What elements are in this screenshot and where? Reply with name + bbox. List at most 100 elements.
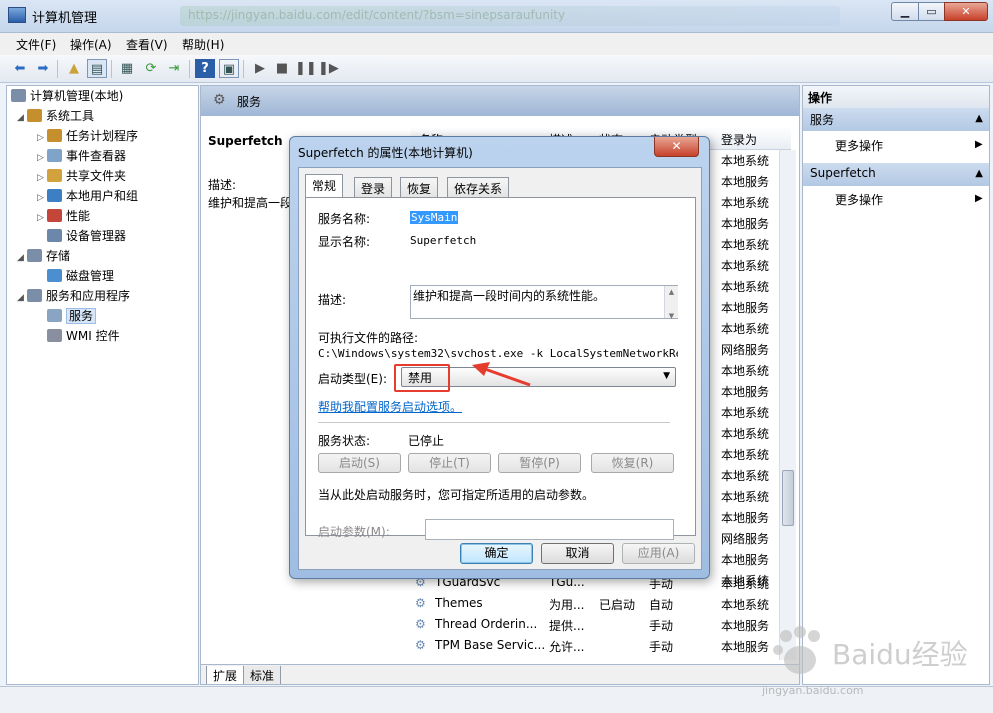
logon-cell: 本地系统	[721, 154, 770, 168]
stop-button[interactable]: 停止(T)	[408, 453, 491, 473]
services-header: ⚙ 服务	[201, 86, 799, 116]
expander-icon[interactable]: ◢	[17, 248, 27, 268]
actions-section-services[interactable]: 服务 ▲	[803, 108, 989, 131]
display-name-value[interactable]: Superfetch	[410, 234, 476, 247]
play-icon[interactable]: ▶	[250, 59, 270, 78]
tab-general[interactable]: 常规	[305, 174, 344, 198]
export-icon[interactable]: ⇥	[164, 59, 184, 78]
help-icon[interactable]: ?	[195, 59, 215, 78]
tab-extended[interactable]: 扩展	[206, 666, 245, 684]
logon-cell: 本地系统	[721, 490, 770, 504]
more-actions-link[interactable]: 更多操作	[835, 191, 883, 208]
expander-icon[interactable]: ▷	[37, 208, 47, 228]
service-logon-cell: 本地系统	[721, 598, 770, 612]
dialog-close-button[interactable]: ✕	[654, 137, 699, 157]
tab-standard[interactable]: 标准	[243, 666, 282, 684]
watermark-brand: Baidu经验	[832, 638, 968, 671]
expander-icon[interactable]: ◢	[17, 108, 27, 128]
restart-icon[interactable]: ❚▶	[318, 59, 339, 78]
service-startup-cell: 自动	[649, 598, 674, 612]
expander-icon[interactable]: ▷	[37, 188, 47, 208]
tree-item[interactable]: ◢ 存储	[11, 246, 198, 266]
forward-icon[interactable]: ➡	[33, 59, 53, 78]
logon-cell: 本地系统	[721, 238, 770, 252]
vertical-scrollbar[interactable]	[779, 150, 796, 660]
tree-item[interactable]: 设备管理器	[11, 226, 198, 246]
more-actions-link[interactable]: 更多操作	[835, 137, 883, 154]
stop-icon[interactable]: ■	[272, 59, 292, 78]
tree-item[interactable]: ▷ 共享文件夹	[11, 166, 198, 186]
menu-help[interactable]: 帮助(H)	[182, 36, 224, 53]
expander-icon[interactable]: ▷	[37, 168, 47, 188]
tree-item[interactable]: ◢ 系统工具	[11, 106, 198, 126]
logon-cell: 本地系统	[721, 427, 770, 441]
export-list-icon[interactable]: ▦	[117, 59, 137, 78]
pause-button[interactable]: 暂停(P)	[498, 453, 581, 473]
description-box[interactable]: 维护和提高一段时间内的系统性能。 ▲ ▼	[410, 285, 678, 320]
service-gear-icon: ⚙	[415, 617, 426, 631]
expander-icon[interactable]: ▷	[37, 148, 47, 168]
expander-icon[interactable]: ▷	[37, 128, 47, 148]
actions-section-superfetch[interactable]: Superfetch ▲	[803, 163, 989, 186]
tree-item[interactable]: WMI 控件	[11, 326, 198, 346]
refresh-icon[interactable]: ⟳	[141, 59, 161, 78]
column-logon[interactable]: 登录为	[721, 131, 757, 148]
tree-item[interactable]: ▷ 本地用户和组	[11, 186, 198, 206]
service-name-cell: Thread Orderin...	[435, 617, 538, 631]
tree-item-label: 服务和应用程序	[46, 289, 131, 303]
cancel-button[interactable]: 取消	[541, 543, 614, 564]
ok-button[interactable]: 确定	[460, 543, 533, 564]
toolbar: ⬅ ➡ ▲ ▤ ▦ ⟳ ⇥ ? ▣ ▶ ■ ❚❚ ❚▶	[0, 55, 993, 83]
logon-cell: 本地系统	[721, 469, 770, 483]
description-scrollbar[interactable]: ▲ ▼	[664, 286, 678, 320]
tree-item[interactable]: 磁盘管理	[11, 266, 198, 286]
expander-icon[interactable]: ◢	[17, 288, 27, 308]
collapse-icon[interactable]: ▲	[975, 113, 983, 124]
console-tree: 计算机管理(本地) ◢ 系统工具 ▷ 任务计划程序 ▷ 事件查看器 ▷ 共享文件夹 ▷ 本地用户和组…	[6, 85, 199, 685]
tree-item-label: WMI 控件	[66, 329, 120, 343]
tree-item-label: 磁盘管理	[66, 269, 115, 283]
service-desc-cell: 提供...	[549, 619, 585, 633]
console-tree-icon[interactable]: ▤	[87, 59, 107, 78]
paw-icon: Baidu经验	[773, 626, 968, 674]
menu-file[interactable]: 文件(F)	[16, 36, 56, 53]
collapse-icon[interactable]: ▲	[975, 168, 983, 179]
tab-recovery[interactable]: 恢复	[400, 177, 439, 197]
tab-logon[interactable]: 登录	[354, 177, 393, 197]
table-row[interactable]: ⚙ Themes 为用... 已启动 自动 本地系统	[415, 594, 775, 615]
apply-button[interactable]: 应用(A)	[622, 543, 695, 564]
description-label: 描述:	[318, 293, 347, 307]
menu-view[interactable]: 查看(V)	[126, 36, 168, 53]
close-button[interactable]: ✕	[944, 2, 988, 21]
scrollbar-thumb[interactable]	[782, 470, 794, 526]
resume-button[interactable]: 恢复(R)	[591, 453, 674, 473]
service-name-value[interactable]: SysMain	[410, 211, 459, 224]
tree-node-icon	[47, 189, 62, 202]
tree-item[interactable]: ◢ 服务和应用程序	[11, 286, 198, 306]
logon-cell: 网络服务	[721, 343, 770, 357]
start-button[interactable]: 启动(S)	[318, 453, 401, 473]
menu-action[interactable]: 操作(A)	[70, 36, 112, 53]
maximize-button[interactable]: ▭	[918, 2, 945, 21]
minimize-button[interactable]: ▁	[891, 2, 919, 21]
logon-cell: 本地服务	[721, 175, 770, 189]
toolbar-separator	[111, 60, 112, 78]
toolbar-separator	[57, 60, 58, 78]
up-folder-icon[interactable]: ▲	[64, 59, 84, 78]
tree-item[interactable]: 服务	[11, 306, 198, 326]
path-value[interactable]: C:\Windows\system32\svchost.exe -k Local…	[318, 347, 678, 360]
service-name-label: 服务名称:	[318, 212, 371, 226]
tree-item[interactable]: ▷ 事件查看器	[11, 146, 198, 166]
help-configure-link[interactable]: 帮助我配置服务启动选项。	[318, 398, 462, 415]
table-row[interactable]: ⚙ Thread Orderin... 提供... 手动 本地服务	[415, 615, 775, 636]
tree-item[interactable]: ▷ 任务计划程序	[11, 126, 198, 146]
pause-icon[interactable]: ❚❚	[295, 59, 317, 78]
tree-item[interactable]: ▷ 性能	[11, 206, 198, 226]
back-icon[interactable]: ⬅	[10, 59, 30, 78]
table-row[interactable]: ⚙ TPM Base Servic... 允许... 手动 本地服务	[415, 636, 775, 657]
tree-item-root[interactable]: 计算机管理(本地)	[11, 86, 198, 106]
view-tabs: 扩展 标准	[201, 664, 799, 684]
tab-dependencies[interactable]: 依存关系	[447, 177, 510, 197]
start-params-input[interactable]	[425, 519, 674, 540]
properties-icon[interactable]: ▣	[219, 59, 239, 78]
